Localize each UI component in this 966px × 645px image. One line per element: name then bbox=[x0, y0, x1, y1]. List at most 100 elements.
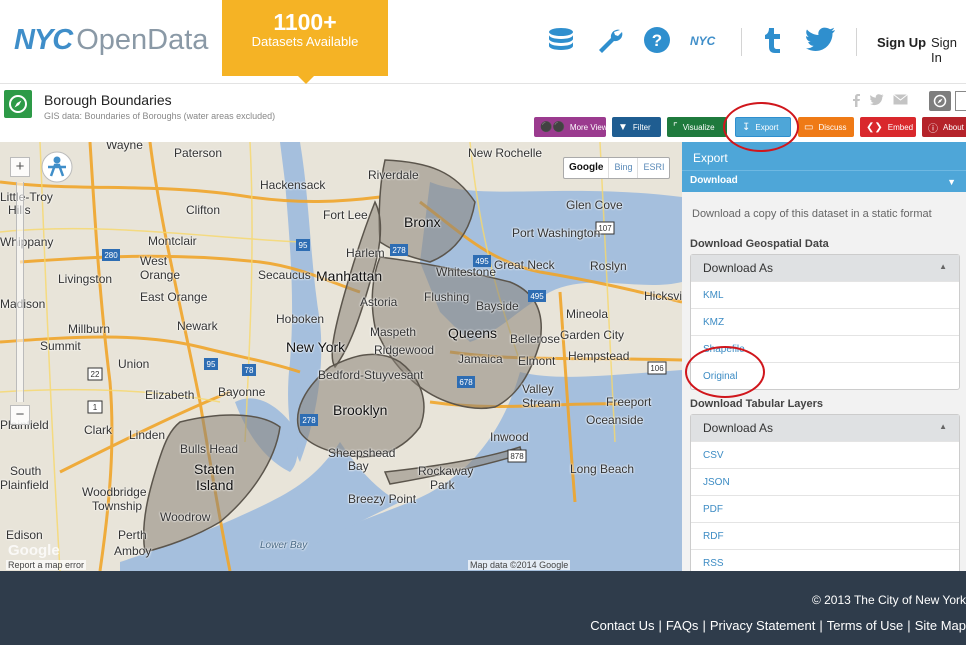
chevron-up-icon: ▲ bbox=[939, 422, 947, 431]
glasses-icon: ⚫⚫ bbox=[540, 121, 565, 133]
map-label-edison: Edison bbox=[6, 528, 43, 542]
download-pdf-link[interactable]: PDF bbox=[691, 495, 959, 522]
map-label-glen-cove: Glen Cove bbox=[566, 198, 623, 212]
map-label-hicksville: Hicksville bbox=[644, 289, 682, 303]
map-label-montclair: Montclair bbox=[148, 234, 197, 248]
map-label-newark: Newark bbox=[177, 319, 218, 333]
tabular-heading: Download Tabular Layers bbox=[690, 398, 824, 410]
layer-esri-button[interactable]: ESRI bbox=[637, 158, 669, 178]
map-label-stream: Stream bbox=[522, 396, 561, 410]
nyc-opendata-logo[interactable]: NYC OpenData bbox=[14, 24, 208, 56]
svg-text:106: 106 bbox=[650, 364, 664, 373]
filter-label: Filter bbox=[632, 122, 651, 132]
tabular-download-as-toggle[interactable]: Download As ▲ bbox=[691, 415, 959, 441]
compass-icon bbox=[4, 90, 32, 118]
nyc-icon[interactable]: NYC bbox=[690, 34, 715, 48]
map-label-brooklyn: Brooklyn bbox=[333, 402, 388, 418]
about-button[interactable]: ⓘ About bbox=[922, 117, 966, 137]
download-section-toggle[interactable]: Download bbox=[690, 175, 738, 186]
help-icon[interactable]: ? bbox=[641, 24, 673, 56]
copyright-text: © 2013 The City of New York bbox=[811, 593, 966, 607]
map-label-harlem: Harlem bbox=[346, 246, 385, 260]
map-label-hackensack: Hackensack bbox=[260, 178, 326, 192]
discuss-button[interactable]: ▭ Discuss bbox=[798, 117, 854, 137]
map-label-hempstead: Hempstead bbox=[568, 349, 630, 363]
download-csv-link[interactable]: CSV bbox=[691, 441, 959, 468]
map-label-ridgewood: Ridgewood bbox=[374, 343, 435, 357]
geospatial-download-as-label: Download As bbox=[703, 261, 774, 275]
map-label-secaucus: Secaucus bbox=[258, 268, 311, 282]
svg-text:?: ? bbox=[652, 31, 662, 50]
sign-up-link[interactable]: Sign Up bbox=[877, 35, 926, 50]
svg-text:95: 95 bbox=[207, 360, 216, 369]
map-label-jamaica: Jamaica bbox=[458, 352, 503, 366]
svg-text:278: 278 bbox=[392, 246, 406, 255]
pegman-icon[interactable] bbox=[40, 150, 74, 184]
map-label-millburn: Millburn bbox=[68, 322, 111, 336]
facebook-icon[interactable] bbox=[852, 94, 861, 110]
download-kml-link[interactable]: KML bbox=[691, 281, 959, 308]
embed-button[interactable]: ❮❯ Embed bbox=[860, 117, 916, 137]
email-icon[interactable] bbox=[893, 94, 908, 108]
database-icon[interactable] bbox=[545, 24, 577, 56]
dataset-subtitle: GIS data: Boundaries of Boroughs (water … bbox=[44, 111, 276, 121]
map-label-orange: Orange bbox=[140, 268, 181, 282]
report-map-error-link[interactable]: Report a map error bbox=[6, 560, 87, 570]
twitter-icon[interactable] bbox=[805, 24, 837, 56]
map-label-clifton: Clifton bbox=[186, 203, 221, 217]
chart-icon: ⌜ bbox=[673, 121, 678, 133]
sign-in-link[interactable]: Sign In bbox=[931, 35, 966, 65]
datasets-available-badge[interactable]: 1100+ Datasets Available bbox=[222, 0, 388, 84]
footer-link-contact[interactable]: Contact Us bbox=[590, 618, 654, 633]
zoom-out-button[interactable]: − bbox=[10, 405, 30, 425]
basemap-switcher: Google Bing ESRI bbox=[563, 157, 671, 179]
map-label-elizabeth: Elizabeth bbox=[145, 388, 195, 402]
map-label-port-washington: Port Washington bbox=[512, 226, 601, 240]
map-label-maspeth: Maspeth bbox=[370, 325, 417, 339]
map-view[interactable]: 280 95 278 495 107 495 78 95 106 678 278… bbox=[0, 142, 682, 571]
tabular-download-list: Download As ▲ CSV JSON PDF RDF RSS bbox=[690, 414, 960, 571]
filter-button[interactable]: ▼ Filter bbox=[612, 117, 661, 137]
map-label-bronx: Bronx bbox=[404, 214, 441, 230]
download-rss-link[interactable]: RSS bbox=[691, 549, 959, 571]
map-label-freeport: Freeport bbox=[606, 395, 652, 409]
more-views-button[interactable]: ⚫⚫ More Views bbox=[534, 117, 612, 137]
google-logo[interactable]: Google bbox=[6, 542, 62, 559]
export-panel-header: Export Download ▼ bbox=[682, 142, 966, 192]
footer-link-terms[interactable]: Terms of Use bbox=[827, 618, 904, 633]
chevron-down-icon[interactable]: ▼ bbox=[947, 177, 956, 187]
map-label-riverdale: Riverdale bbox=[368, 168, 419, 182]
map-label-elmont: Elmont bbox=[518, 354, 556, 368]
tumblr-icon[interactable] bbox=[757, 24, 789, 56]
map-label-woodbridge: Woodbridge bbox=[82, 485, 147, 499]
map-label-clark: Clark bbox=[84, 423, 113, 437]
map-label-amboy: Amboy bbox=[114, 544, 152, 558]
footer-link-sitemap[interactable]: Site Map bbox=[915, 618, 966, 633]
geospatial-download-as-toggle[interactable]: Download As ▲ bbox=[691, 255, 959, 281]
layer-google-button[interactable]: Google bbox=[564, 158, 608, 178]
download-json-link[interactable]: JSON bbox=[691, 468, 959, 495]
download-kmz-link[interactable]: KMZ bbox=[691, 308, 959, 335]
footer-link-faqs[interactable]: FAQs bbox=[666, 618, 699, 633]
visualize-button[interactable]: ⌜ Visualize bbox=[667, 117, 727, 137]
export-panel-title: Export bbox=[693, 151, 728, 165]
annotation-circle-export bbox=[723, 102, 799, 152]
map-label-little-troy: Little-Troy bbox=[0, 190, 53, 204]
secondary-square-button[interactable] bbox=[955, 91, 966, 111]
wrench-icon[interactable] bbox=[594, 24, 626, 56]
map-label-staten: Staten bbox=[194, 461, 235, 477]
info-icon: ⓘ bbox=[928, 123, 938, 135]
code-brackets-icon: ❮❯ bbox=[866, 121, 883, 133]
zoom-slider-track[interactable] bbox=[16, 182, 24, 402]
map-label-bayside: Bayside bbox=[476, 299, 519, 313]
map-label-island: Island bbox=[196, 477, 234, 493]
footer-link-privacy[interactable]: Privacy Statement bbox=[710, 618, 816, 633]
layer-bing-button[interactable]: Bing bbox=[608, 158, 637, 178]
api-button[interactable] bbox=[929, 91, 951, 111]
download-description: Download a copy of this dataset in a sta… bbox=[692, 208, 932, 220]
map-label-astoria: Astoria bbox=[360, 295, 398, 309]
tabular-download-as-label: Download As bbox=[703, 421, 774, 435]
download-rdf-link[interactable]: RDF bbox=[691, 522, 959, 549]
twitter-share-icon[interactable] bbox=[870, 94, 884, 109]
zoom-in-button[interactable]: + bbox=[10, 157, 30, 177]
